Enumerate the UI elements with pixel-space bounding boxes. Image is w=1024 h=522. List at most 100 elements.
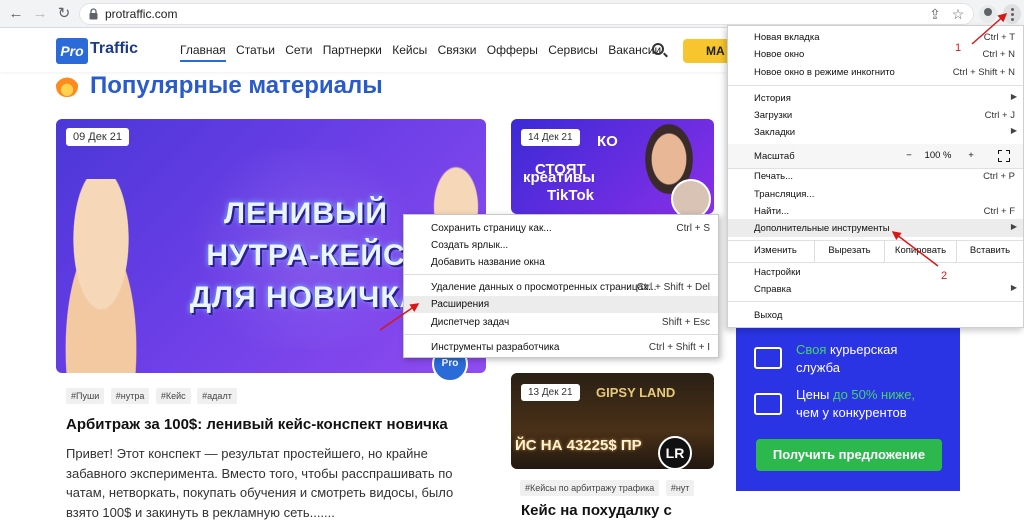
url-text: protraffic.com bbox=[105, 7, 178, 21]
chevron-right-icon: ▶ bbox=[1010, 126, 1017, 135]
tag[interactable]: #нутра bbox=[110, 388, 150, 404]
nav-item-networks[interactable]: Сети bbox=[285, 43, 312, 57]
menu-item-more-tools[interactable]: Дополнительные инструменты ▶ bbox=[728, 219, 1023, 237]
tag[interactable]: #Кейс bbox=[155, 388, 191, 404]
star-icon[interactable]: ☆ bbox=[948, 4, 968, 24]
tag[interactable]: #Пуши bbox=[66, 388, 105, 404]
menu-item-incognito[interactable]: Новое окно в режиме инкогнито Ctrl + Shif… bbox=[728, 63, 1023, 81]
tag[interactable]: #адалт bbox=[197, 388, 237, 404]
promo-text: курьерская bbox=[830, 342, 898, 357]
tag[interactable]: #нут bbox=[665, 480, 695, 496]
context-item-devtools[interactable]: Инструменты разработчика Ctrl + Shift + I bbox=[404, 339, 718, 356]
date-badge: 14 Дек 21 bbox=[521, 129, 580, 146]
menu-item-label: Печать... bbox=[754, 171, 794, 182]
menu-item-new-window[interactable]: Новое окно Ctrl + N bbox=[728, 45, 1023, 63]
menu-item-new-tab[interactable]: Новая вкладка Ctrl + T bbox=[728, 28, 1023, 46]
copy-button[interactable]: Копировать bbox=[884, 240, 956, 262]
article-excerpt: Привет! Этот конспект — результат просте… bbox=[66, 446, 454, 520]
image-text: креативы bbox=[523, 169, 595, 186]
date-badge: 09 Дек 21 bbox=[66, 128, 129, 146]
nav-item-home[interactable]: Главная bbox=[180, 43, 226, 62]
menu-item-find[interactable]: Найти... Ctrl + F bbox=[728, 202, 1023, 220]
menu-item-downloads[interactable]: Загрузки Ctrl + J bbox=[728, 106, 1023, 124]
share-icon[interactable]: ⇪ bbox=[925, 4, 945, 24]
menu-item-settings[interactable]: Настройки bbox=[728, 263, 1023, 281]
context-item-shortcut: Ctrl + S bbox=[676, 223, 710, 234]
menu-item-label: Новое окно в режиме инкогнито bbox=[754, 67, 895, 78]
menu-item-label: Справка bbox=[754, 284, 792, 295]
profile-avatar[interactable] bbox=[979, 5, 997, 23]
nav-item-bundles[interactable]: Связки bbox=[438, 43, 477, 57]
article-title[interactable]: Арбитраж за 100$: ленивый кейс-конспект … bbox=[66, 416, 448, 433]
menu-item-label: Трансляция... bbox=[754, 189, 815, 200]
promo-highlight: до 50% ниже, bbox=[833, 387, 916, 402]
context-menu: Сохранить страницу как... Ctrl + S Создат… bbox=[403, 214, 719, 358]
promo-highlight: Своя bbox=[796, 342, 827, 357]
article-title[interactable]: Кейс на похудалку с bbox=[521, 502, 672, 519]
article-image-tiktok[interactable]: КО СТОЯТ креативы TikTok 14 Дек 21 bbox=[511, 119, 714, 214]
context-item-save-page[interactable]: Сохранить страницу как... Ctrl + S bbox=[404, 220, 718, 237]
page-title: Популярные материалы bbox=[56, 72, 383, 100]
menu-item-label: Настройки bbox=[754, 267, 801, 278]
context-item-label: Расширения bbox=[431, 299, 490, 310]
zoom-out-button[interactable]: − bbox=[902, 150, 916, 161]
image-banner: ЙС НА 43225$ ПР bbox=[515, 437, 642, 454]
menu-item-cast[interactable]: Трансляция... bbox=[728, 185, 1023, 203]
zoom-in-button[interactable]: + bbox=[964, 150, 978, 161]
menu-item-print[interactable]: Печать... Ctrl + P bbox=[728, 167, 1023, 185]
menu-item-label: Закладки bbox=[754, 127, 796, 138]
logo-pro: Pro bbox=[56, 38, 88, 64]
menu-separator bbox=[728, 301, 1023, 302]
reload-icon[interactable]: ↻ bbox=[54, 4, 74, 24]
menu-item-history[interactable]: История ▶ bbox=[728, 89, 1023, 107]
annotation-step-1: 1 bbox=[955, 42, 962, 54]
zoom-value: 100 % bbox=[924, 150, 952, 161]
chrome-menu-icon[interactable] bbox=[1003, 4, 1021, 24]
menu-item-label: Найти... bbox=[754, 206, 790, 217]
menu-item-shortcut: Ctrl + J bbox=[984, 110, 1015, 121]
arrow-left-icon[interactable]: ← bbox=[6, 4, 26, 24]
paste-button[interactable]: Вставить bbox=[956, 240, 1023, 262]
context-item-clear-data[interactable]: Удаление данных о просмотренных страница… bbox=[404, 279, 718, 296]
image-person-left bbox=[56, 179, 156, 373]
author-badge[interactable]: LR bbox=[658, 436, 692, 470]
nav-item-offers[interactable]: Офферы bbox=[487, 43, 538, 57]
promo-banner[interactable]: Своя курьерская служба Цены до 50% ниже,… bbox=[736, 323, 960, 491]
arrow-right-icon[interactable]: → bbox=[30, 4, 50, 24]
context-item-label: Создать ярлык... bbox=[431, 240, 509, 251]
context-item-label: Диспетчер задач bbox=[431, 317, 510, 328]
context-item-name-window[interactable]: Добавить название окна bbox=[404, 254, 718, 271]
menu-item-shortcut: Ctrl + P bbox=[983, 171, 1015, 182]
fullscreen-icon[interactable] bbox=[998, 150, 1010, 162]
context-item-shortcut: Shift + Esc bbox=[661, 317, 710, 328]
context-item-extensions[interactable]: Расширения bbox=[404, 296, 718, 313]
context-item-shortcut: Ctrl + Shift + I bbox=[648, 342, 710, 353]
nav-item-cases[interactable]: Кейсы bbox=[392, 43, 427, 57]
main-nav: Главная Статьи Сети Партнерки Кейсы Связ… bbox=[180, 43, 668, 62]
date-badge: 13 Дек 21 bbox=[521, 384, 580, 401]
image-brand: GIPSY LAND bbox=[596, 385, 676, 400]
search-icon[interactable] bbox=[652, 43, 664, 55]
nav-item-articles[interactable]: Статьи bbox=[236, 43, 275, 57]
nav-item-partners[interactable]: Партнерки bbox=[323, 43, 382, 57]
promo-text: чем у конкурентов bbox=[796, 405, 907, 420]
menu-item-help[interactable]: Справка ▶ bbox=[728, 280, 1023, 298]
menu-item-shortcut: Ctrl + F bbox=[983, 206, 1015, 217]
promo-text: служба bbox=[796, 360, 840, 375]
menu-item-shortcut: Ctrl + N bbox=[982, 49, 1015, 60]
chrome-main-menu: Новая вкладка Ctrl + T Новое окно Ctrl + N… bbox=[727, 25, 1024, 328]
menu-item-shortcut: Ctrl + Shift + N bbox=[952, 67, 1015, 78]
context-item-create-shortcut[interactable]: Создать ярлык... bbox=[404, 237, 718, 254]
address-bar[interactable]: protraffic.com bbox=[79, 3, 974, 25]
promo-offer-button[interactable]: Получить предложение bbox=[756, 439, 942, 471]
context-item-task-manager[interactable]: Диспетчер задач Shift + Esc bbox=[404, 314, 718, 331]
context-item-shortcut: Ctrl + Shift + Del bbox=[636, 282, 710, 293]
tag[interactable]: #Кейсы по арбитражу трафика bbox=[520, 480, 660, 496]
menu-item-exit[interactable]: Выход bbox=[728, 306, 1023, 324]
nav-item-services[interactable]: Сервисы bbox=[548, 43, 598, 57]
menu-separator bbox=[404, 334, 718, 335]
menu-item-bookmarks[interactable]: Закладки ▶ bbox=[728, 123, 1023, 141]
chevron-right-icon: ▶ bbox=[1010, 222, 1017, 231]
edit-row: Изменить Вырезать Копировать Вставить bbox=[728, 240, 1023, 262]
cut-button[interactable]: Вырезать bbox=[814, 240, 884, 262]
